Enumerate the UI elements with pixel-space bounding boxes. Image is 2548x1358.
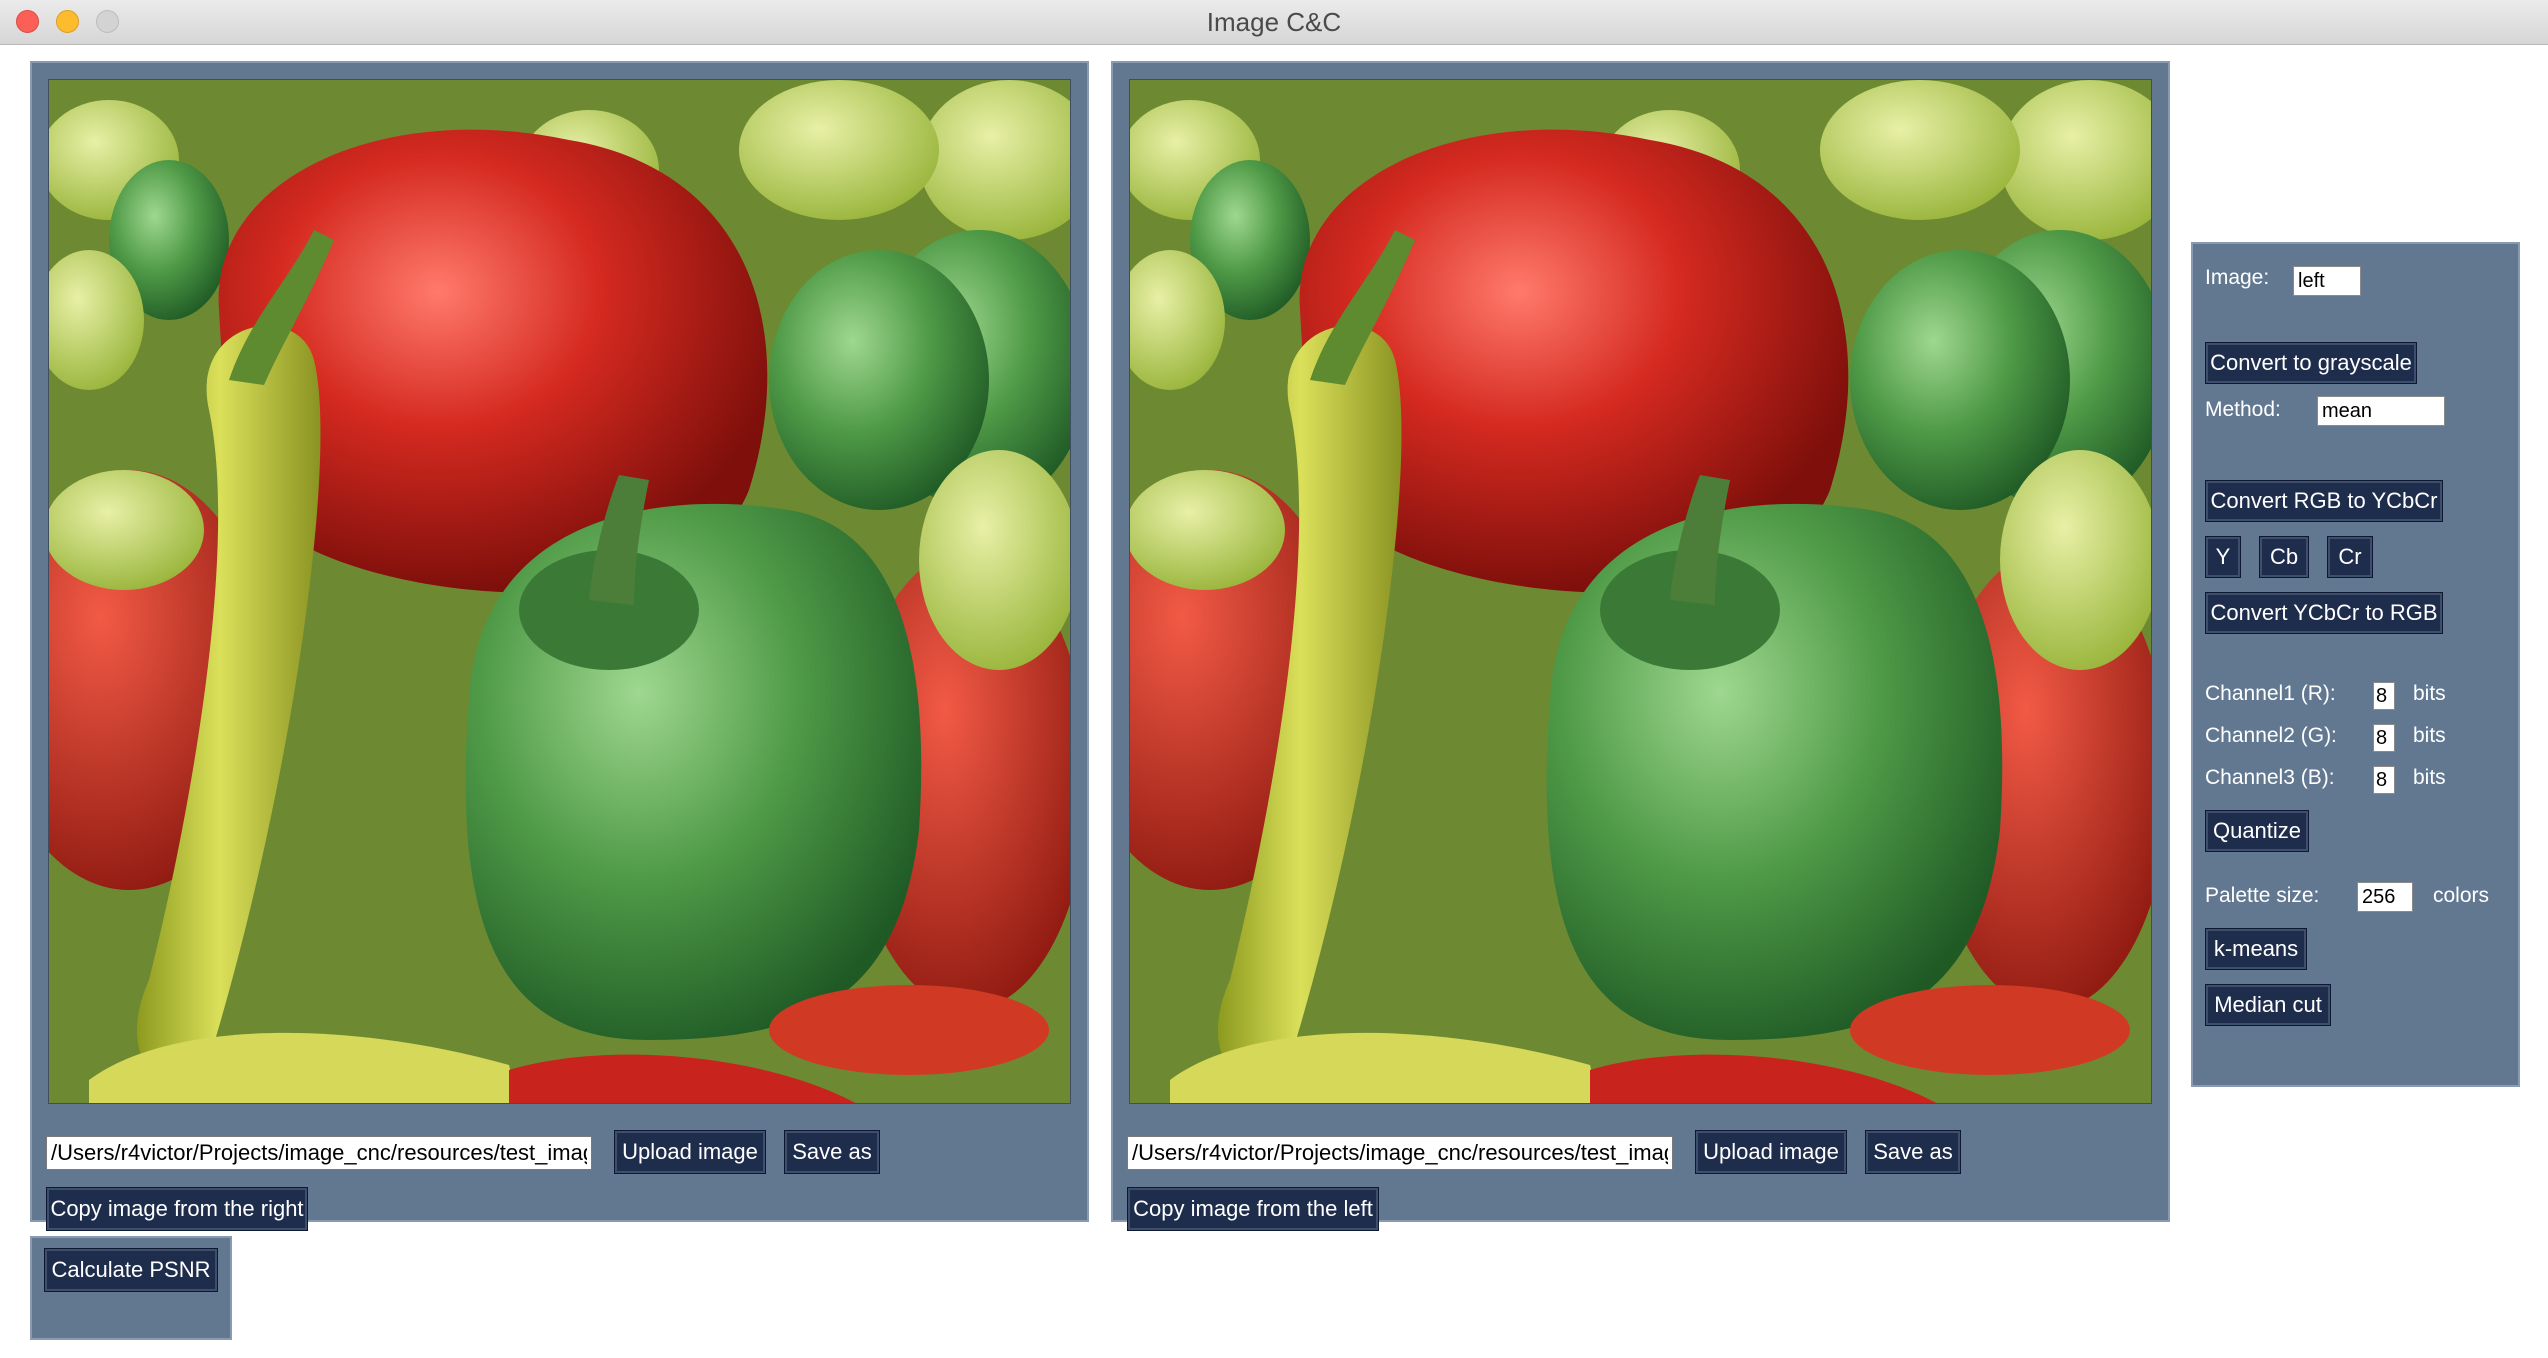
channel1-label: Channel1 (R): (2205, 682, 2336, 705)
channel3-bits-field[interactable] (2373, 766, 2395, 794)
channel2-label: Channel2 (G): (2205, 724, 2337, 747)
right-save-as-button[interactable]: Save as (1865, 1130, 1961, 1174)
right-image-canvas (1129, 79, 2152, 1104)
method-field[interactable] (2317, 396, 2445, 426)
left-upload-image-button[interactable]: Upload image (614, 1130, 766, 1174)
palette-size-field[interactable] (2357, 882, 2413, 912)
controls-panel: Image: Convert to grayscale Method: Conv… (2191, 242, 2520, 1087)
palette-colors-unit: colors (2433, 884, 2490, 907)
window-title: Image C&C (1206, 7, 1342, 37)
channel2-bits-field[interactable] (2373, 724, 2395, 752)
channel3-bits-unit: bits (2413, 766, 2446, 789)
channel1-bits-field[interactable] (2373, 682, 2395, 710)
right-image-panel: Upload image Save as Copy image from the… (1111, 61, 2170, 1231)
method-label: Method: (2205, 398, 2281, 421)
right-peppers-image (1130, 80, 2151, 1103)
channel1-bits-unit: bits (2413, 682, 2446, 705)
cb-channel-button[interactable]: Cb (2259, 536, 2309, 578)
k-means-button[interactable]: k-means (2205, 928, 2307, 970)
channel2-bits-unit: bits (2413, 724, 2446, 747)
title-bar: Image C&C (0, 0, 2548, 45)
median-cut-button[interactable]: Median cut (2205, 984, 2331, 1026)
palette-size-label: Palette size: (2205, 884, 2320, 907)
channel3-label: Channel3 (B): (2205, 766, 2335, 789)
left-peppers-image (49, 80, 1070, 1103)
left-path-input[interactable] (46, 1136, 592, 1170)
right-path-input[interactable] (1127, 1136, 1673, 1170)
psnr-panel: Calculate PSNR (30, 1236, 232, 1340)
image-select-field[interactable] (2293, 266, 2361, 296)
convert-rgb-to-ycbcr-button[interactable]: Convert RGB to YCbCr (2205, 480, 2443, 522)
calculate-psnr-button[interactable]: Calculate PSNR (44, 1248, 218, 1292)
convert-to-grayscale-button[interactable]: Convert to grayscale (2205, 342, 2417, 384)
left-save-as-button[interactable]: Save as (784, 1130, 880, 1174)
app-content: Upload image Save as Copy image from the… (0, 45, 2548, 1358)
y-channel-button[interactable]: Y (2205, 536, 2241, 578)
copy-from-right-button[interactable]: Copy image from the right (46, 1187, 308, 1231)
left-image-panel: Upload image Save as Copy image from the… (30, 61, 1089, 1231)
convert-ycbcr-to-rgb-button[interactable]: Convert YCbCr to RGB (2205, 592, 2443, 634)
left-image-canvas (48, 79, 1071, 1104)
copy-from-left-button[interactable]: Copy image from the left (1127, 1187, 1379, 1231)
quantize-button[interactable]: Quantize (2205, 810, 2309, 852)
cr-channel-button[interactable]: Cr (2327, 536, 2373, 578)
image-label: Image: (2205, 266, 2270, 289)
right-upload-image-button[interactable]: Upload image (1695, 1130, 1847, 1174)
